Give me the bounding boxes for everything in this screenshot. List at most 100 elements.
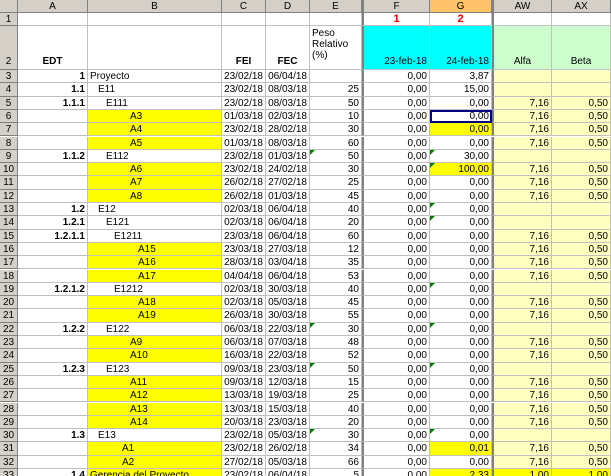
edt-cell[interactable] (18, 402, 88, 416)
beta-cell[interactable]: 0,50 (552, 296, 611, 310)
fec-cell[interactable]: 05/03/18 (266, 455, 310, 469)
peso-cell[interactable]: 35 (310, 256, 362, 270)
alfa-cell[interactable]: 7,16 (492, 109, 552, 124)
alfa-cell[interactable] (492, 83, 552, 97)
header-edt[interactable]: EDT (18, 26, 88, 70)
row-number[interactable]: 4 (0, 83, 18, 97)
column-header-aw[interactable]: AW (492, 0, 552, 13)
peso-cell[interactable]: 20 (310, 216, 362, 230)
beta-cell[interactable]: 0,50 (552, 256, 611, 270)
value-cell-g[interactable]: 0,00 (430, 389, 492, 403)
peso-cell[interactable]: 48 (310, 336, 362, 350)
fec-cell[interactable]: 01/03/18 (266, 189, 310, 203)
value-cell-g[interactable]: 0,00 (430, 136, 492, 150)
value-cell-f[interactable]: 0,00 (362, 216, 430, 230)
row-number[interactable]: 1 (0, 13, 18, 26)
alfa-cell[interactable]: 7,16 (492, 242, 552, 257)
fec-cell[interactable]: 01/03/18 (266, 149, 310, 164)
name-cell[interactable]: A2 (88, 455, 222, 469)
peso-cell[interactable]: 50 (310, 362, 362, 376)
alfa-cell[interactable]: 7,16 (492, 349, 552, 363)
row-number[interactable]: 25 (0, 362, 18, 376)
beta-cell[interactable]: 0,50 (552, 109, 611, 124)
fec-cell[interactable]: 24/02/18 (266, 163, 310, 177)
value-cell-f[interactable]: 0,00 (362, 469, 430, 476)
fei-cell[interactable]: 26/02/18 (222, 176, 266, 190)
value-cell-g[interactable]: 0,00 (430, 176, 492, 190)
value-cell-g[interactable]: 0,00 (430, 362, 492, 376)
peso-cell[interactable]: 5 (310, 469, 362, 476)
peso-cell[interactable]: 50 (310, 149, 362, 164)
value-cell-g[interactable]: 0,00 (430, 322, 492, 336)
row-number[interactable]: 13 (0, 203, 18, 217)
edt-cell[interactable]: 1.1.1 (18, 96, 88, 110)
name-cell[interactable]: A6 (88, 163, 222, 177)
fec-cell[interactable]: 07/03/18 (266, 336, 310, 350)
beta-cell[interactable] (552, 322, 611, 336)
edt-cell[interactable] (18, 389, 88, 403)
value-cell-g[interactable]: 0,00 (430, 296, 492, 310)
row-number[interactable]: 6 (0, 109, 18, 124)
value-cell-f[interactable]: 0,00 (362, 282, 430, 297)
beta-cell[interactable] (552, 83, 611, 97)
value-cell-g[interactable]: 30,00 (430, 149, 492, 164)
beta-cell[interactable] (552, 429, 611, 443)
peso-cell[interactable]: 15 (310, 375, 362, 390)
fec-cell[interactable]: 30/03/18 (266, 309, 310, 323)
beta-cell[interactable]: 0,50 (552, 229, 611, 243)
header-beta[interactable]: Beta (552, 26, 611, 70)
edt-cell[interactable] (18, 242, 88, 257)
cell[interactable] (266, 13, 310, 26)
row-number[interactable]: 31 (0, 442, 18, 456)
name-cell[interactable]: E13 (88, 429, 222, 443)
alfa-cell[interactable]: 7,16 (492, 389, 552, 403)
row-number[interactable]: 32 (0, 455, 18, 469)
value-cell-g[interactable]: 0,00 (430, 375, 492, 390)
name-cell[interactable]: A19 (88, 309, 222, 323)
cell[interactable] (222, 13, 266, 26)
peso-cell[interactable]: 25 (310, 83, 362, 97)
value-cell-g[interactable]: 0,00 (430, 229, 492, 243)
beta-cell[interactable]: 0,50 (552, 242, 611, 257)
name-cell[interactable]: A10 (88, 349, 222, 363)
fec-cell[interactable]: 05/03/18 (266, 296, 310, 310)
peso-cell[interactable]: 40 (310, 203, 362, 217)
alfa-cell[interactable]: 7,16 (492, 455, 552, 469)
peso-cell[interactable]: 25 (310, 389, 362, 403)
peso-cell[interactable]: 30 (310, 123, 362, 137)
value-cell-f[interactable]: 0,00 (362, 189, 430, 203)
alfa-cell[interactable]: 7,16 (492, 136, 552, 150)
fec-cell[interactable]: 06/04/18 (266, 229, 310, 243)
beta-cell[interactable]: 0,50 (552, 163, 611, 177)
value-cell-f[interactable]: 0,00 (362, 70, 430, 84)
name-cell[interactable]: A12 (88, 389, 222, 403)
alfa-cell[interactable]: 7,16 (492, 375, 552, 390)
name-cell[interactable]: A1 (88, 442, 222, 456)
edt-cell[interactable] (18, 336, 88, 350)
name-cell[interactable]: Proyecto (88, 70, 222, 84)
name-cell[interactable]: E122 (88, 322, 222, 336)
beta-cell[interactable]: 0,50 (552, 189, 611, 203)
header-fec[interactable]: FEC (266, 26, 310, 70)
alfa-cell[interactable]: 1,00 (492, 469, 552, 476)
fei-cell[interactable]: 02/03/18 (222, 296, 266, 310)
value-cell-f[interactable]: 0,00 (362, 269, 430, 283)
edt-cell[interactable] (18, 309, 88, 323)
fec-cell[interactable]: 08/03/18 (266, 136, 310, 150)
row-number[interactable]: 10 (0, 163, 18, 177)
alfa-cell[interactable]: 7,16 (492, 415, 552, 430)
value-cell-f[interactable]: 0,00 (362, 415, 430, 430)
column-header-e[interactable]: E (310, 0, 362, 13)
fec-cell[interactable]: 03/04/18 (266, 256, 310, 270)
name-cell[interactable]: A17 (88, 269, 222, 283)
column-marker-g[interactable]: 2 (430, 13, 492, 26)
header-date-g[interactable]: 24-feb-18 (430, 26, 492, 70)
fec-cell[interactable]: 23/03/18 (266, 415, 310, 430)
fei-cell[interactable]: 13/03/18 (222, 402, 266, 416)
fec-cell[interactable]: 06/04/18 (266, 269, 310, 283)
fei-cell[interactable]: 23/03/18 (222, 229, 266, 243)
edt-cell[interactable]: 1.2.1.1 (18, 229, 88, 243)
alfa-cell[interactable] (492, 216, 552, 230)
fec-cell[interactable]: 12/03/18 (266, 375, 310, 390)
alfa-cell[interactable]: 7,16 (492, 309, 552, 323)
